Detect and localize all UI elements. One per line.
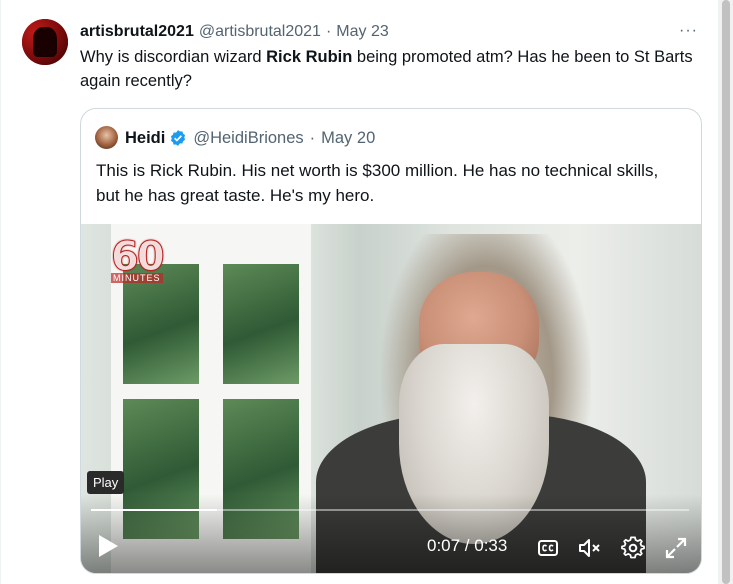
fullscreen-icon[interactable] xyxy=(664,536,688,560)
video-window-pane xyxy=(223,264,299,384)
author-avatar[interactable] xyxy=(22,19,68,65)
author-handle[interactable]: @artisbrutal2021 xyxy=(199,23,321,41)
tweet-text: Why is discordian wizard Rick Rubin bein… xyxy=(80,45,700,93)
more-options-icon[interactable]: ··· xyxy=(679,22,698,40)
quoted-tweet[interactable]: Heidi @HeidiBriones · May 20 This is Ric… xyxy=(80,108,702,574)
quoted-author-avatar[interactable] xyxy=(95,126,118,149)
muted-speaker-icon[interactable] xyxy=(577,536,603,560)
play-tooltip: Play xyxy=(87,471,125,494)
captions-icon[interactable] xyxy=(537,538,559,558)
tweet-header: artisbrutal2021 @artisbrutal2021 · May 2… xyxy=(80,21,389,43)
progress-bar[interactable] xyxy=(91,509,689,511)
tweet-text-bold: Rick Rubin xyxy=(266,48,353,66)
progress-bar-fill xyxy=(91,509,217,511)
quoted-header-separator: · xyxy=(309,128,316,147)
quoted-tweet-header: Heidi @HeidiBriones · May 20 xyxy=(125,126,375,150)
video-time-display: 0:07 / 0:33 xyxy=(427,536,508,555)
play-icon[interactable] xyxy=(96,533,120,559)
quoted-author-display-name[interactable]: Heidi xyxy=(125,129,165,148)
controls-overlay xyxy=(81,494,701,573)
scrollbar-thumb[interactable] xyxy=(722,0,730,584)
verified-badge-icon xyxy=(171,130,186,146)
video-player[interactable]: 60 MINUTES Play 0:07 / 0:33 xyxy=(81,224,701,573)
quoted-author-handle[interactable]: @HeidiBriones xyxy=(193,129,303,148)
sixty-minutes-logo: 60 xyxy=(111,234,166,280)
tweet-date[interactable]: May 23 xyxy=(336,23,388,41)
quoted-tweet-text: This is Rick Rubin. His net worth is $30… xyxy=(96,161,659,205)
avatar-silhouette xyxy=(33,27,57,57)
quoted-tweet-date[interactable]: May 20 xyxy=(321,129,375,148)
settings-icon[interactable] xyxy=(621,536,645,560)
sixty-minutes-logo-word: MINUTES xyxy=(111,273,163,283)
author-display-name[interactable]: artisbrutal2021 xyxy=(80,23,194,41)
header-separator: · xyxy=(325,23,332,40)
tweet-text-part1: Why is discordian wizard xyxy=(80,48,267,66)
page-scrollbar[interactable] xyxy=(719,0,733,584)
